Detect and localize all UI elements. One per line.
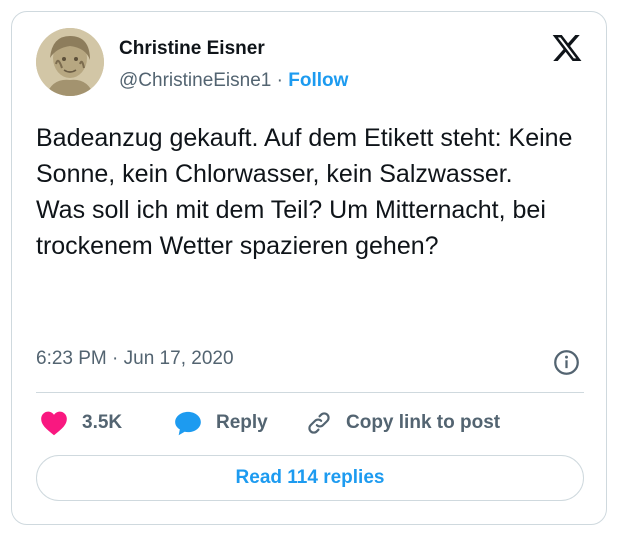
like-count: 3.5K [82,412,123,433]
divider [36,392,584,393]
reply-label: Reply [216,412,268,433]
info-icon[interactable] [553,349,580,376]
tweet-timestamp[interactable]: 6:23 PM · Jun 17, 2020 [36,348,234,370]
reply-button[interactable]: Reply [174,410,306,436]
heart-icon [41,411,67,436]
x-logo-icon[interactable] [551,32,583,64]
tweet-text: Badeanzug gekauft. Auf dem Etikett steht… [36,120,584,264]
separator-dot: · [276,70,283,91]
avatar[interactable] [36,28,104,96]
author-handle[interactable]: @ChristineEisne1 [119,70,271,91]
like-button[interactable]: 3.5K [36,410,174,436]
author-handle-row: @ChristineEisne1 · Follow [119,70,348,92]
author-name[interactable]: Christine Eisner [119,38,265,60]
tweet-paragraph-2: Was soll ich mit dem Teil? Um Mitternach… [36,196,546,260]
speech-bubble-icon [175,411,201,436]
action-bar: 3.5K Reply Copy link to post [36,405,500,441]
read-replies-button[interactable]: Read 114 replies [36,455,584,501]
tweet-paragraph-1: Badeanzug gekauft. Auf dem Etikett steht… [36,124,573,188]
follow-button[interactable]: Follow [288,70,348,91]
copy-link-button[interactable]: Copy link to post [306,410,500,436]
link-icon [308,412,330,434]
copy-link-label: Copy link to post [346,412,501,433]
